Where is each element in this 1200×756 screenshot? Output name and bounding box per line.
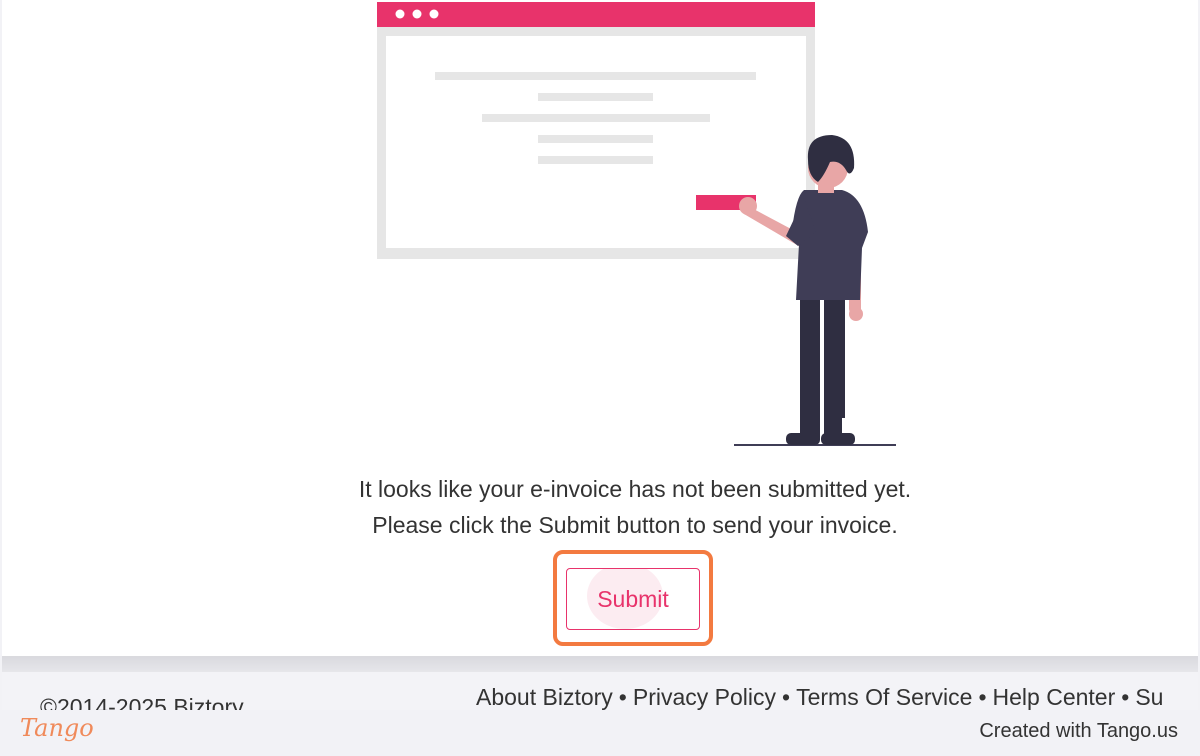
browser-window-illustration (377, 2, 815, 259)
tango-credit: Created with Tango.us (979, 720, 1178, 742)
footer-separator: • (1121, 684, 1130, 710)
status-message-line-1: It looks like your e-invoice has not bee… (358, 476, 912, 502)
person-presenting-webpage-illustration (377, 2, 896, 446)
footer-links: About Biztory • Privacy Policy • Terms Of Se… (476, 684, 1163, 711)
page: It looks like your e-invoice has not bee… (0, 0, 1200, 756)
footer-link-terms[interactable]: Terms Of Service (796, 684, 972, 710)
footer-link-about[interactable]: About Biztory (476, 684, 613, 710)
status-message-line-2: Please click the Submit button to send y… (372, 512, 898, 538)
footer-separator: • (782, 684, 791, 710)
footer-separator: • (978, 684, 987, 710)
footer-link-privacy[interactable]: Privacy Policy (633, 684, 776, 710)
footer-link-help[interactable]: Help Center (993, 684, 1116, 710)
footer-link-support[interactable]: Su (1135, 684, 1163, 710)
submit-button-label: Submit (597, 585, 669, 612)
submit-button[interactable]: Submit (566, 568, 700, 630)
tango-logo: Tango (20, 714, 94, 742)
tango-watermark-bar: Tango Created with Tango.us (0, 710, 1200, 756)
footer-separator: • (618, 684, 627, 710)
